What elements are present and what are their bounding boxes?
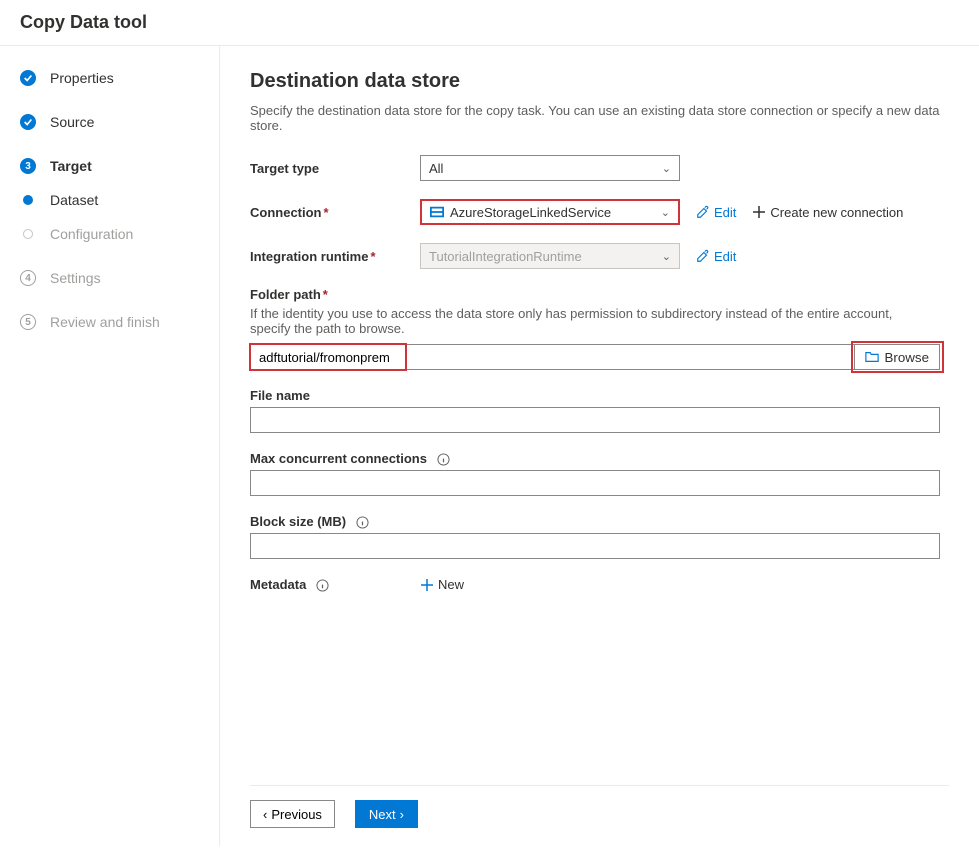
step-label: Settings — [50, 270, 101, 286]
dropdown-runtime[interactable]: TutorialIntegrationRuntime ⌄ — [420, 243, 680, 269]
edit-runtime-button[interactable]: Edit — [696, 249, 736, 264]
step-label: Target — [50, 158, 92, 174]
chevron-down-icon: ⌄ — [662, 250, 671, 263]
dropdown-value: All — [429, 161, 443, 176]
section-maxconn: Max concurrent connections — [250, 451, 949, 496]
label-folder: Folder path* — [250, 287, 949, 302]
step-list: Properties Source 3 Target Dataset Confi… — [20, 70, 219, 330]
wizard-footer: ‹ Previous Next › — [250, 785, 949, 846]
step-label: Configuration — [50, 226, 133, 242]
storage-icon — [430, 206, 444, 218]
dot-icon — [23, 229, 33, 239]
help-folder: If the identity you use to access the da… — [250, 306, 900, 336]
step-settings[interactable]: 4 Settings — [20, 270, 219, 286]
main-panel: Destination data store Specify the desti… — [220, 46, 979, 846]
plus-icon — [420, 578, 434, 592]
dropdown-value: AzureStorageLinkedService — [450, 205, 611, 220]
filename-input[interactable] — [250, 407, 940, 433]
chevron-left-icon: ‹ — [263, 807, 267, 822]
label-target-type: Target type — [250, 161, 420, 176]
content-container: Properties Source 3 Target Dataset Confi… — [0, 46, 979, 846]
folder-path-input[interactable] — [250, 344, 855, 370]
header-title: Copy Data tool — [20, 12, 147, 32]
plus-icon — [752, 205, 766, 219]
info-icon — [356, 516, 369, 529]
info-icon — [316, 579, 329, 592]
step-configuration[interactable]: Configuration — [20, 226, 219, 242]
metadata-new-button[interactable]: New — [420, 577, 464, 592]
label-maxconn: Max concurrent connections — [250, 451, 949, 466]
create-connection-button[interactable]: Create new connection — [752, 205, 903, 220]
step-number-icon: 3 — [20, 158, 36, 174]
page-header: Copy Data tool — [0, 0, 979, 46]
dropdown-target-type[interactable]: All ⌄ — [420, 155, 680, 181]
step-number-icon: 4 — [20, 270, 36, 286]
section-filename: File name — [250, 388, 949, 433]
section-metadata: Metadata New — [250, 577, 949, 592]
step-label: Source — [50, 114, 94, 130]
row-runtime: Integration runtime* TutorialIntegration… — [250, 243, 949, 269]
step-label: Review and finish — [50, 314, 160, 330]
dropdown-value: TutorialIntegrationRuntime — [429, 249, 582, 264]
info-icon — [437, 453, 450, 466]
browse-button[interactable]: Browse — [855, 344, 940, 370]
pencil-icon — [696, 249, 710, 263]
row-target-type: Target type All ⌄ — [250, 155, 949, 181]
dropdown-connection[interactable]: AzureStorageLinkedService ⌄ — [420, 199, 680, 225]
dot-icon — [23, 195, 33, 205]
step-properties[interactable]: Properties — [20, 70, 219, 86]
folder-input-group: Browse — [250, 344, 940, 370]
chevron-right-icon: › — [400, 807, 404, 822]
step-label: Dataset — [50, 192, 98, 208]
check-icon — [20, 70, 36, 86]
row-connection: Connection* AzureStorageLinkedService ⌄ … — [250, 199, 949, 225]
label-connection: Connection* — [250, 205, 420, 220]
pencil-icon — [696, 205, 710, 219]
label-runtime: Integration runtime* — [250, 249, 420, 264]
step-number-icon: 5 — [20, 314, 36, 330]
section-blocksize: Block size (MB) — [250, 514, 949, 559]
label-filename: File name — [250, 388, 949, 403]
maxconn-input[interactable] — [250, 470, 940, 496]
label-metadata: Metadata — [250, 577, 420, 592]
wizard-sidebar: Properties Source 3 Target Dataset Confi… — [0, 46, 220, 846]
check-icon — [20, 114, 36, 130]
step-review[interactable]: 5 Review and finish — [20, 314, 219, 330]
step-dataset[interactable]: Dataset — [20, 192, 219, 208]
chevron-down-icon: ⌄ — [662, 162, 671, 175]
page-title: Destination data store — [250, 70, 949, 93]
section-folder: Folder path* If the identity you use to … — [250, 287, 949, 370]
next-button[interactable]: Next › — [355, 800, 418, 828]
blocksize-input[interactable] — [250, 533, 940, 559]
previous-button[interactable]: ‹ Previous — [250, 800, 335, 828]
edit-connection-button[interactable]: Edit — [696, 205, 736, 220]
page-subtitle: Specify the destination data store for t… — [250, 103, 949, 133]
label-blocksize: Block size (MB) — [250, 514, 949, 529]
step-target[interactable]: 3 Target — [20, 158, 219, 174]
step-source[interactable]: Source — [20, 114, 219, 130]
chevron-down-icon: ⌄ — [661, 206, 670, 219]
folder-icon — [865, 350, 879, 364]
step-label: Properties — [50, 70, 114, 86]
